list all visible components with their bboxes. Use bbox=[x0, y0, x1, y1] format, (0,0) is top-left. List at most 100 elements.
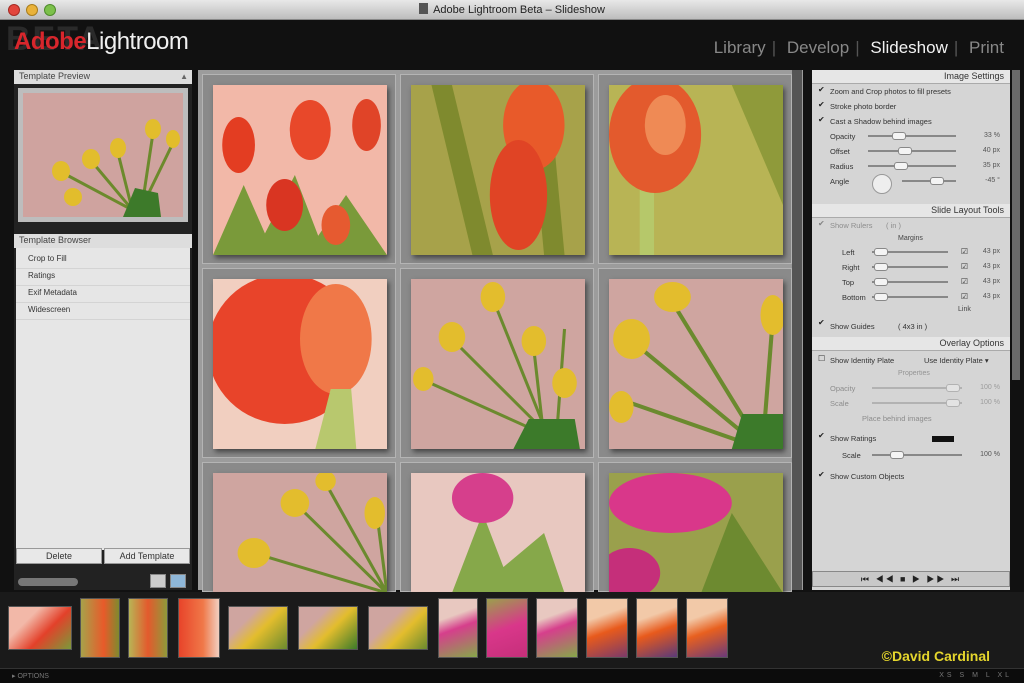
link-checkbox[interactable]: ☑ bbox=[961, 277, 968, 286]
cast-shadow-checkbox[interactable]: Cast a Shadow behind images bbox=[812, 114, 1010, 129]
margin-top-slider[interactable] bbox=[872, 278, 948, 286]
show-ratings-checkbox[interactable]: Show Ratings bbox=[812, 430, 1010, 448]
collapse-icon[interactable]: ▲ bbox=[180, 72, 188, 81]
offset-slider[interactable] bbox=[868, 147, 956, 155]
overlay-options-header[interactable]: Overlay Options bbox=[812, 337, 1010, 351]
overlay-opacity-slider[interactable] bbox=[872, 384, 962, 392]
link-checkbox[interactable]: ☑ bbox=[961, 247, 968, 256]
image-settings-header[interactable]: Image Settings bbox=[812, 70, 1010, 84]
delete-template-button[interactable]: Delete bbox=[16, 548, 102, 564]
filmstrip-thumb[interactable] bbox=[586, 598, 628, 658]
template-list: Crop to Fill Ratings Exif Metadata Wides… bbox=[16, 248, 190, 550]
slider-knob[interactable] bbox=[930, 177, 944, 185]
grid-scrollbar[interactable] bbox=[792, 70, 802, 590]
filmstrip-thumb[interactable] bbox=[8, 606, 72, 650]
slide-1[interactable] bbox=[202, 74, 396, 264]
link-all-row: Link bbox=[958, 306, 971, 313]
slider-knob[interactable] bbox=[874, 293, 888, 301]
app-logo: AdobeLightroom bbox=[14, 28, 189, 55]
angle-slider[interactable] bbox=[902, 177, 956, 185]
module-library[interactable]: Library bbox=[708, 38, 772, 58]
slide-photo bbox=[213, 473, 387, 593]
template-item-ratings[interactable]: Ratings bbox=[16, 269, 190, 286]
slide-photo bbox=[411, 279, 585, 449]
show-custom-objects-checkbox[interactable]: Show Custom Objects bbox=[812, 469, 1010, 484]
slider-knob[interactable] bbox=[890, 451, 904, 459]
angle-dial-icon[interactable] bbox=[872, 174, 892, 194]
filmstrip-thumb[interactable] bbox=[80, 598, 120, 658]
slider-knob[interactable] bbox=[892, 132, 906, 140]
place-behind-row[interactable]: Place behind images bbox=[812, 411, 1010, 426]
ratings-scale-row: Scale 100 % bbox=[842, 451, 1000, 460]
loupe-view-icon[interactable] bbox=[170, 574, 186, 588]
slide-3[interactable] bbox=[598, 74, 792, 264]
slider-knob[interactable] bbox=[946, 399, 960, 407]
preview-image bbox=[23, 93, 183, 217]
margin-bottom-slider[interactable] bbox=[872, 293, 948, 301]
slider-knob[interactable] bbox=[874, 263, 888, 271]
slide-7[interactable] bbox=[202, 462, 396, 593]
status-bar: ▸ OPTIONS XS S M L XL bbox=[0, 668, 1024, 683]
opacity-slider[interactable] bbox=[868, 132, 956, 140]
slide-photo bbox=[411, 85, 585, 255]
template-buttons: Delete Add Template bbox=[16, 548, 190, 564]
options-toggle[interactable]: ▸ OPTIONS bbox=[12, 673, 49, 680]
rating-color-swatch[interactable] bbox=[932, 436, 954, 442]
template-item-exif-metadata[interactable]: Exif Metadata bbox=[16, 286, 190, 303]
stroke-border-checkbox[interactable]: Stroke photo border bbox=[812, 99, 1010, 114]
template-item-crop-to-fill[interactable]: Crop to Fill bbox=[16, 252, 190, 269]
filmstrip-thumb[interactable] bbox=[536, 598, 578, 658]
filmstrip-thumb[interactable] bbox=[636, 598, 678, 658]
link-checkbox[interactable]: ☑ bbox=[961, 292, 968, 301]
playback-controls[interactable]: ⏮ ◀◀ ■ ▶ ▶▶ ⏭ bbox=[812, 571, 1010, 587]
filmstrip bbox=[0, 592, 1024, 670]
add-template-button[interactable]: Add Template bbox=[104, 548, 190, 564]
filmstrip-thumb[interactable] bbox=[128, 598, 168, 658]
slider-knob[interactable] bbox=[894, 162, 908, 170]
filmstrip-thumb[interactable] bbox=[298, 606, 358, 650]
slide-photo bbox=[213, 279, 387, 449]
zoom-crop-checkbox[interactable]: Zoom and Crop photos to fill presets bbox=[812, 84, 1010, 99]
slide-4[interactable] bbox=[202, 268, 396, 458]
slider-knob[interactable] bbox=[946, 384, 960, 392]
overlay-scale-slider[interactable] bbox=[872, 399, 962, 407]
slide-9[interactable] bbox=[598, 462, 792, 593]
filmstrip-thumb[interactable] bbox=[228, 606, 288, 650]
link-checkbox[interactable]: ☑ bbox=[961, 262, 968, 271]
slide-2[interactable] bbox=[400, 74, 594, 264]
ratings-scale-slider[interactable] bbox=[872, 451, 962, 459]
module-develop[interactable]: Develop bbox=[781, 38, 855, 58]
slider-knob[interactable] bbox=[898, 147, 912, 155]
margin-right-slider[interactable] bbox=[872, 263, 948, 271]
thumbnail-size-options[interactable]: XS S M L XL bbox=[939, 672, 1012, 679]
filmstrip-thumb[interactable] bbox=[486, 598, 528, 658]
template-item-widescreen[interactable]: Widescreen bbox=[16, 303, 190, 320]
identity-plate-checkbox[interactable]: ☐ bbox=[818, 354, 825, 363]
filmstrip-thumb[interactable] bbox=[368, 606, 428, 650]
slide-layout-header[interactable]: Slide Layout Tools bbox=[812, 204, 1010, 218]
slide-photo bbox=[609, 279, 783, 449]
template-browser-header[interactable]: Template Browser bbox=[14, 234, 192, 248]
radius-slider[interactable] bbox=[868, 162, 956, 170]
filmstrip-thumb[interactable] bbox=[686, 598, 728, 658]
margin-top-row: Top ☑ 43 px bbox=[842, 277, 1000, 287]
identity-plate-dropdown[interactable]: Use Identity Plate ▾ bbox=[924, 356, 989, 365]
right-panel-scrollbar[interactable] bbox=[1012, 70, 1020, 380]
app-header: BETA AdobeLightroom Library | Develop | Sl… bbox=[0, 20, 1024, 68]
module-print[interactable]: Print bbox=[963, 38, 1010, 58]
filmstrip-thumb[interactable] bbox=[438, 598, 478, 658]
module-slideshow[interactable]: Slideshow bbox=[864, 38, 954, 58]
filmstrip-thumb[interactable] bbox=[178, 598, 220, 658]
thumbnail-size-slider[interactable] bbox=[18, 578, 78, 586]
margin-left-slider[interactable] bbox=[872, 248, 948, 256]
show-guides-checkbox[interactable]: Show Guides ( 4x3 in ) bbox=[812, 317, 1010, 337]
slider-knob[interactable] bbox=[874, 248, 888, 256]
template-preview-header[interactable]: Template Preview ▲ bbox=[14, 70, 192, 84]
slide-6[interactable] bbox=[598, 268, 792, 458]
slide-8[interactable] bbox=[400, 462, 594, 593]
grid-view-icon[interactable] bbox=[150, 574, 166, 588]
right-panel: Image Settings Zoom and Crop photos to f… bbox=[812, 70, 1010, 590]
show-rulers-checkbox[interactable]: Show Rulers ( in ) bbox=[812, 218, 1010, 233]
slide-5[interactable] bbox=[400, 268, 594, 458]
slider-knob[interactable] bbox=[874, 278, 888, 286]
